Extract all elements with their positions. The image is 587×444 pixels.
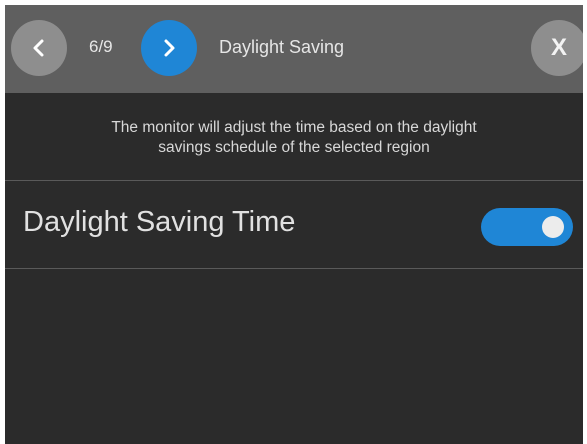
divider-top bbox=[5, 180, 583, 181]
header-bar: 6/9 Daylight Saving X bbox=[5, 5, 583, 93]
toggle-knob bbox=[542, 216, 564, 238]
close-button[interactable]: X bbox=[531, 20, 583, 76]
divider-bottom bbox=[5, 268, 583, 269]
chevron-right-icon bbox=[164, 39, 175, 57]
daylight-saving-panel: 6/9 Daylight Saving X The monitor will a… bbox=[5, 5, 583, 444]
previous-button[interactable] bbox=[11, 20, 67, 76]
daylight-saving-toggle[interactable] bbox=[481, 208, 573, 246]
description-text: The monitor will adjust the time based o… bbox=[5, 118, 583, 158]
description-line-1: The monitor will adjust the time based o… bbox=[111, 119, 477, 136]
page-counter: 6/9 bbox=[89, 37, 113, 56]
description-line-2: savings schedule of the selected region bbox=[158, 139, 430, 156]
next-button[interactable] bbox=[141, 20, 197, 76]
daylight-saving-time-label: Daylight Saving Time bbox=[23, 206, 296, 238]
chevron-left-icon bbox=[33, 39, 44, 57]
close-icon: X bbox=[550, 34, 567, 61]
page-title: Daylight Saving bbox=[219, 37, 345, 57]
